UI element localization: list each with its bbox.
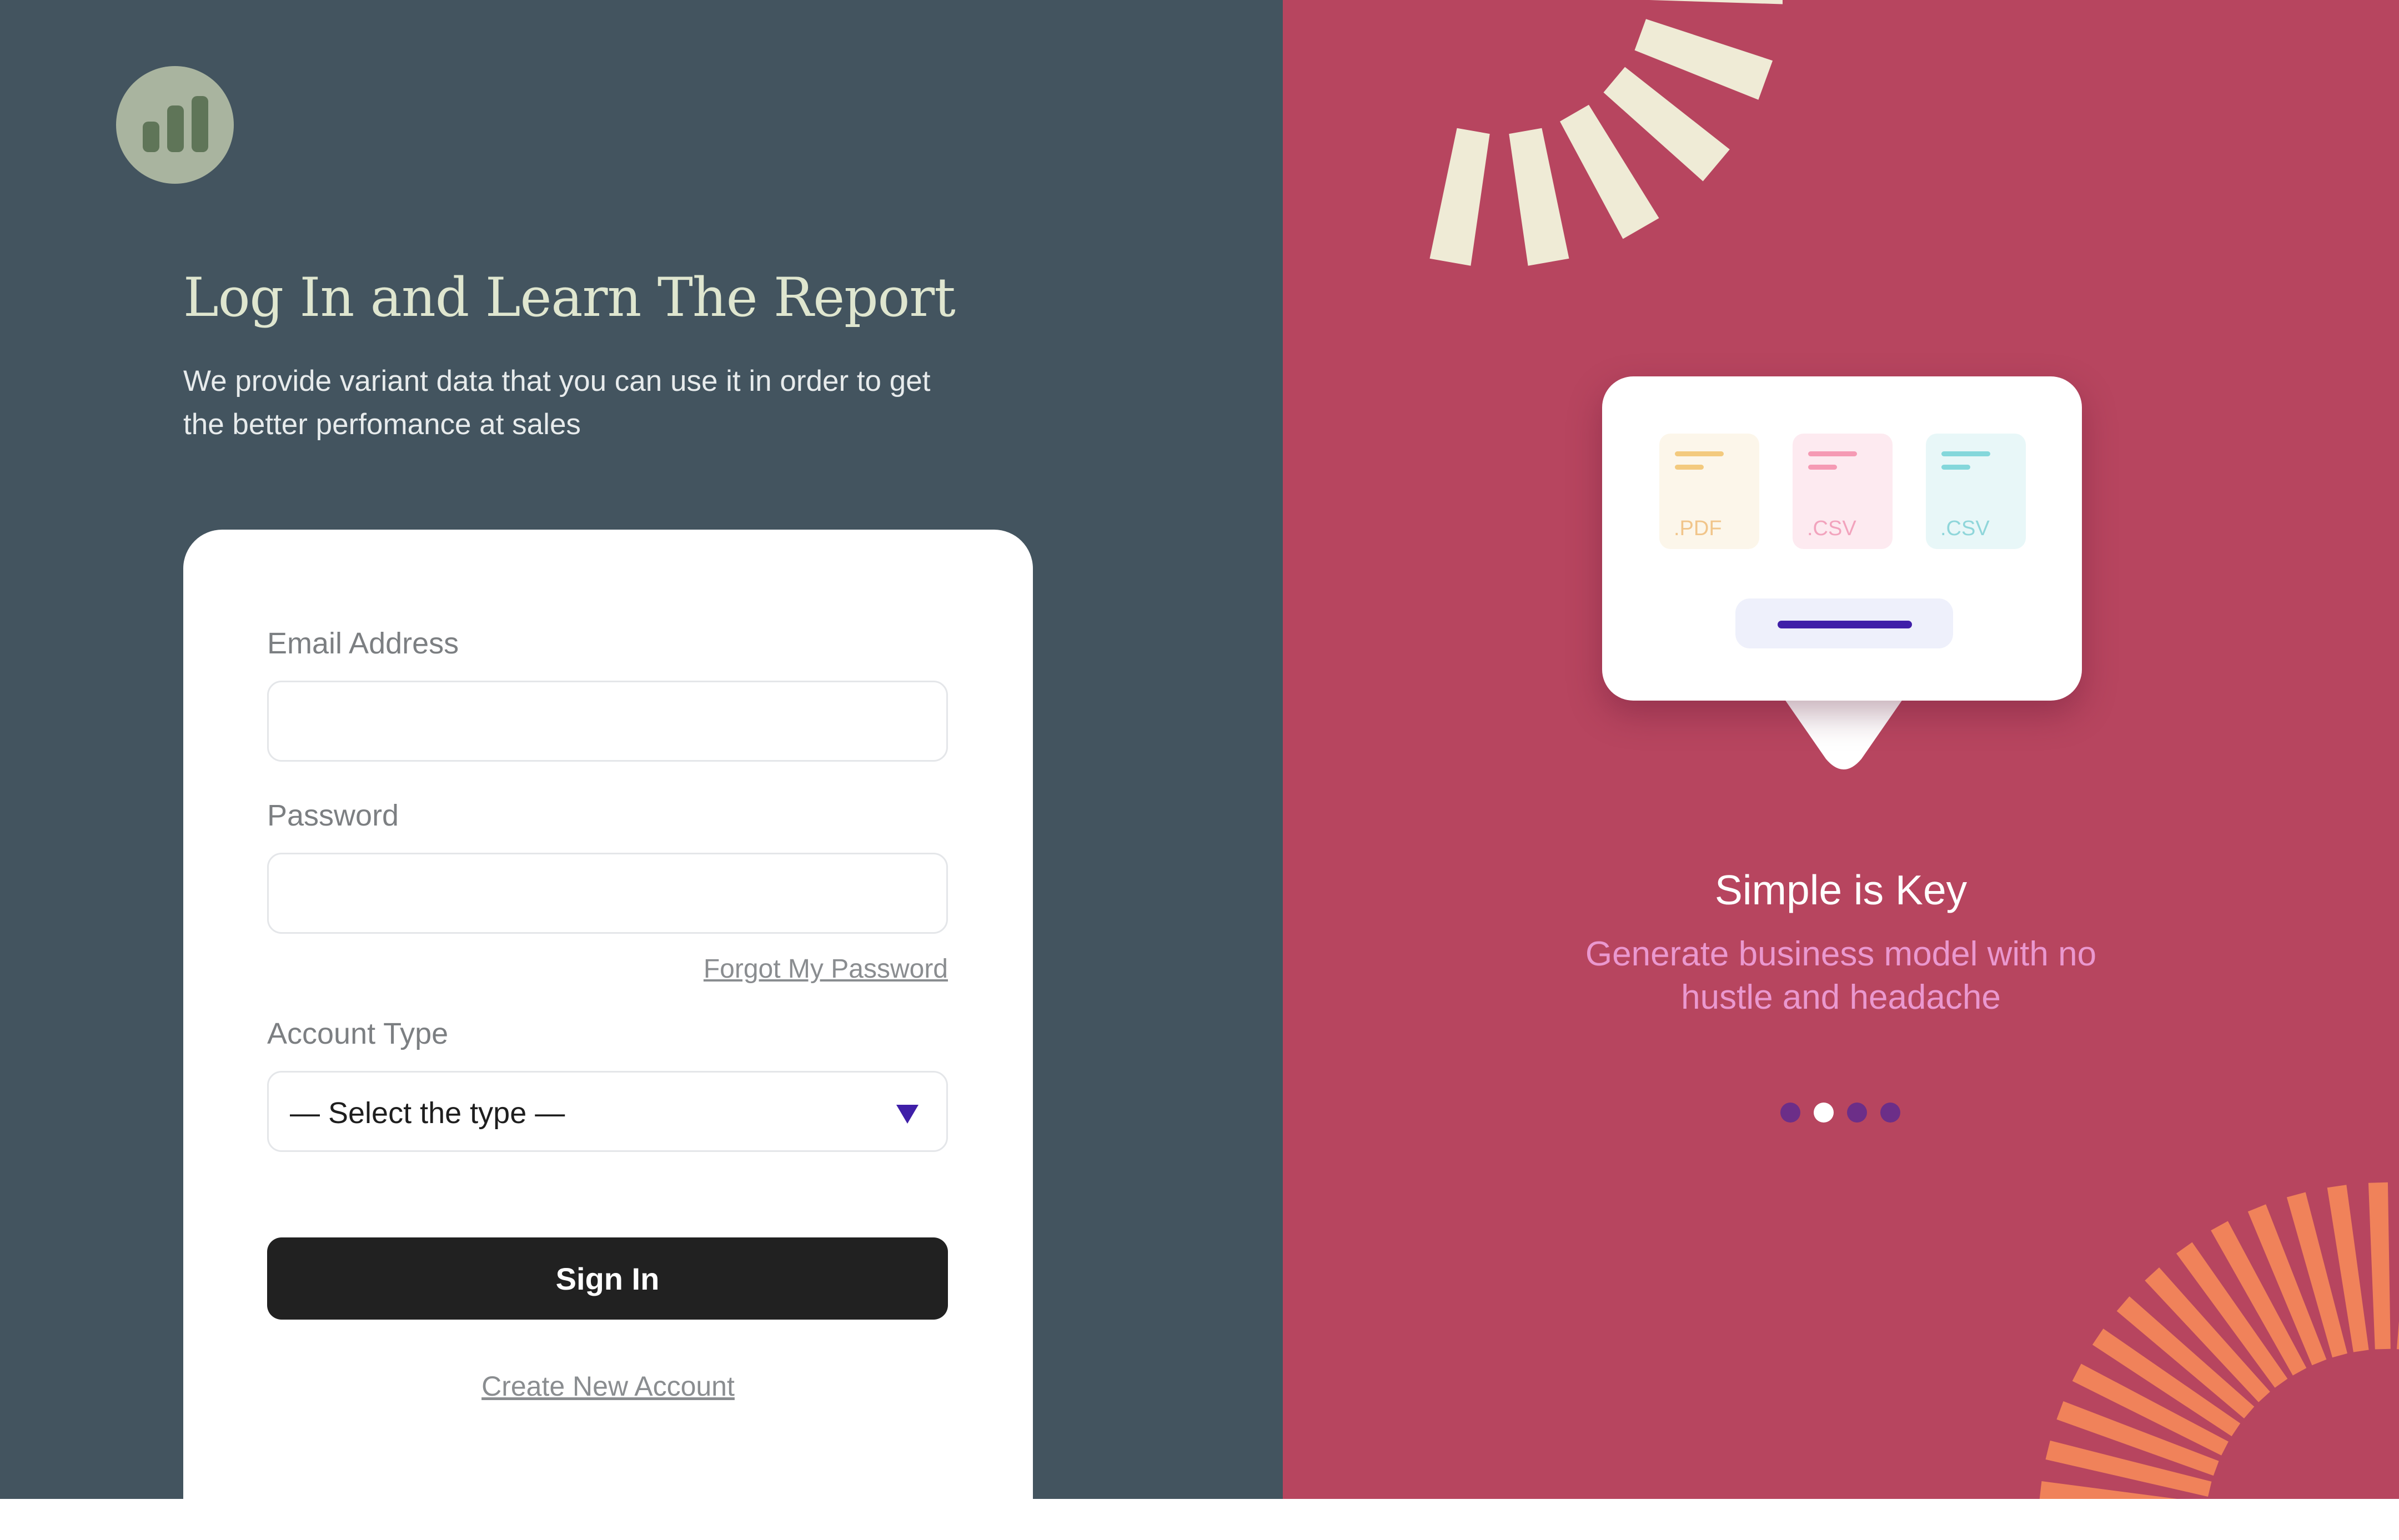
page-subtitle: We provide variant data that you can use… — [183, 365, 931, 441]
page-title: Log In and Learn The Report — [183, 266, 956, 329]
export-bubble: .PDF .CSV .CSV — [1602, 376, 2082, 701]
account-type-value: — Select the type — — [290, 1096, 565, 1130]
bottom-rays-decoration — [2039, 1182, 2399, 1499]
feature-title: Simple is Key — [1714, 867, 1968, 913]
login-card: Email Address Password Forgot My Passwor… — [183, 530, 1033, 1540]
file-ext-label: .CSV — [1940, 517, 1990, 540]
top-ray — [1634, 19, 1773, 100]
password-label: Password — [267, 799, 399, 832]
create-account-link[interactable]: Create New Account — [183, 1370, 1033, 1402]
top-ray — [1509, 128, 1569, 266]
top-ray — [1649, 0, 1783, 4]
account-type-select[interactable]: — Select the type — — [267, 1071, 948, 1152]
email-field[interactable] — [267, 681, 948, 762]
file-ext-label: .PDF — [1674, 517, 1722, 540]
csv-file-icon: .CSV — [1926, 434, 2026, 549]
feature-description: Generate business model with no hustle a… — [1585, 935, 2097, 1016]
carousel-dot-active[interactable] — [1814, 1103, 1834, 1123]
export-button-illustration — [1735, 598, 1953, 648]
carousel-dot[interactable] — [1847, 1103, 1867, 1123]
bottom-ray — [2397, 1321, 2399, 1350]
top-ray — [1429, 128, 1490, 266]
account-type-label: Account Type — [267, 1017, 449, 1050]
triangle-down-icon — [896, 1105, 919, 1124]
bubble-tail — [1777, 688, 1910, 769]
email-label: Email Address — [267, 627, 459, 660]
feature-panel: .PDF .CSV .CSV Simple is Key Generate bu… — [1283, 0, 2399, 1499]
top-rays-decoration — [1429, 0, 1783, 266]
file-ext-label: .CSV — [1807, 517, 1856, 540]
bottom-ray — [2368, 1182, 2391, 1350]
bar-chart-icon — [116, 66, 234, 184]
pdf-file-icon: .PDF — [1659, 434, 1759, 549]
csv-file-icon: .CSV — [1793, 434, 1893, 549]
carousel-dot[interactable] — [1880, 1103, 1900, 1123]
login-panel: Log In and Learn The Report We provide v… — [0, 0, 1283, 1540]
sign-in-button[interactable]: Sign In — [267, 1237, 948, 1320]
password-field[interactable] — [267, 853, 948, 934]
carousel-dot[interactable] — [1780, 1103, 1800, 1123]
forgot-password-link[interactable]: Forgot My Password — [704, 954, 948, 984]
